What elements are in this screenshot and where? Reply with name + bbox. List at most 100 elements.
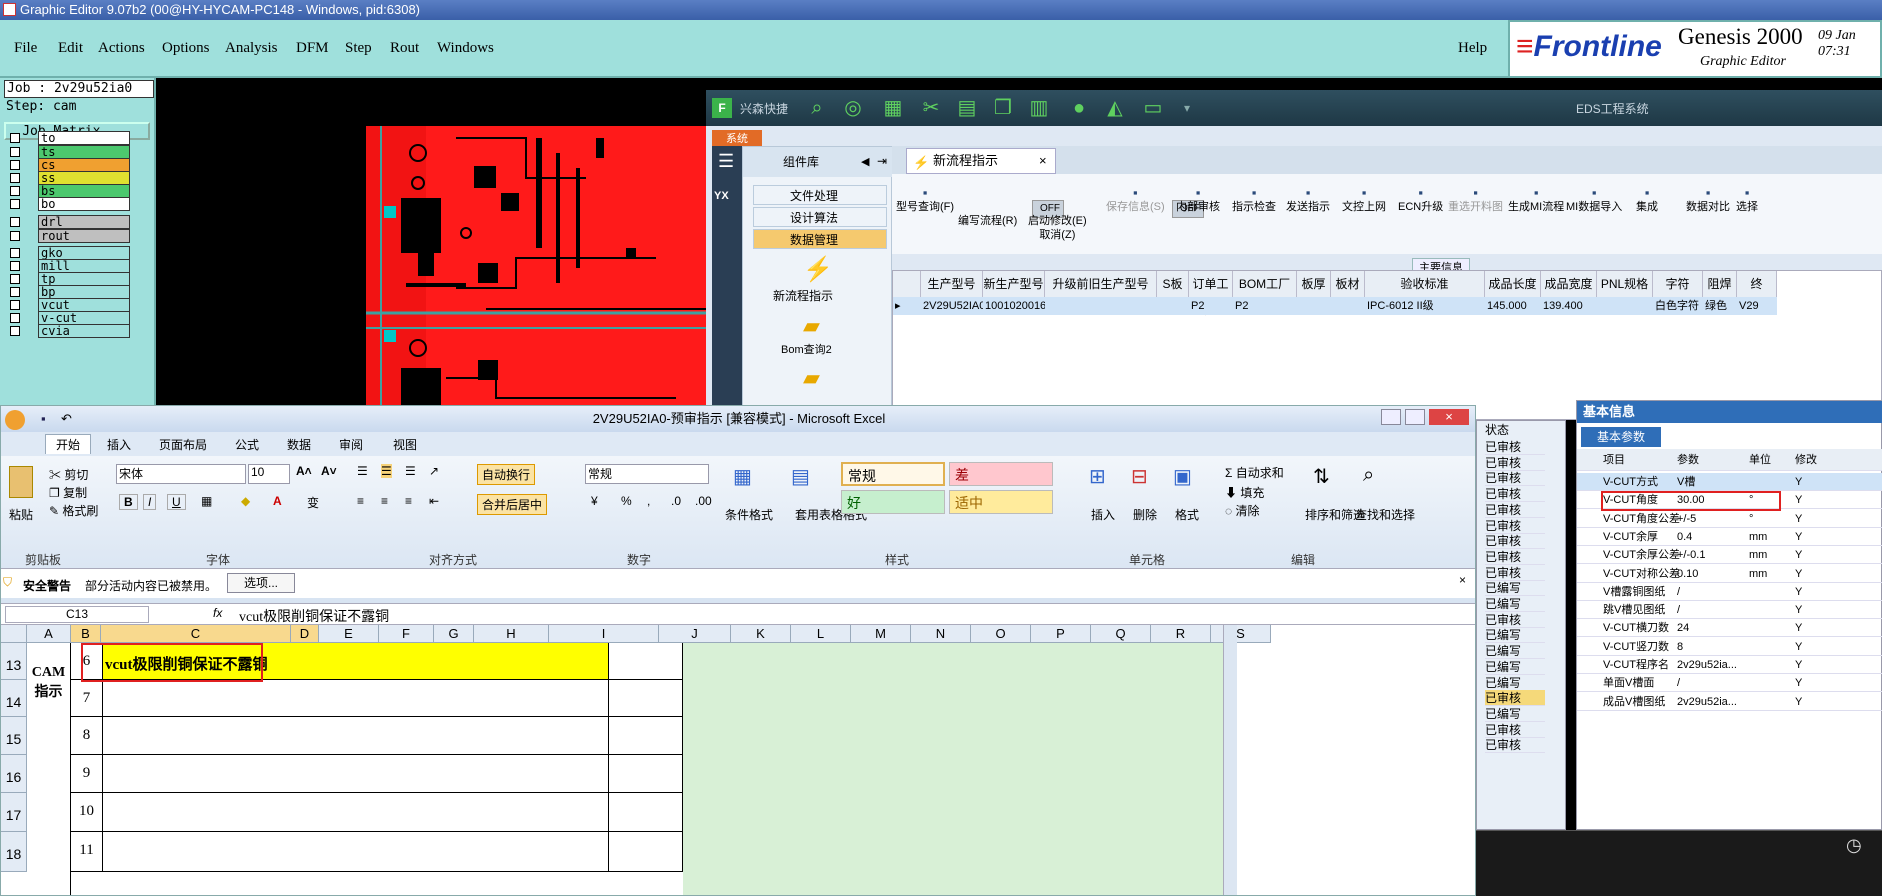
basic-param-cell[interactable]: Y (1795, 619, 1802, 637)
undo-icon[interactable]: ↶ (61, 406, 72, 432)
status-item[interactable]: 已审核 (1485, 690, 1545, 707)
folder-icon[interactable]: ▰ (803, 313, 820, 339)
status-item[interactable]: 已审核 (1485, 439, 1545, 455)
shortcut-bom[interactable]: Bom查询2 (781, 341, 832, 357)
status-item[interactable]: 已编写 (1485, 596, 1545, 612)
format-icon[interactable]: ▣ (1173, 464, 1192, 489)
basic-param-cell[interactable]: V-CUT对称公差 (1603, 565, 1680, 583)
grid-header[interactable]: 验收标准 (1365, 271, 1485, 297)
number-cell[interactable]: 9 (71, 755, 103, 793)
grid-cell[interactable] (1597, 297, 1653, 315)
close-icon[interactable]: × (1459, 573, 1466, 587)
layer-checkbox[interactable] (10, 217, 20, 227)
fill-color-icon[interactable]: ◆ (241, 494, 250, 508)
align-right-icon[interactable]: ≡ (405, 494, 412, 508)
basic-param-row[interactable]: V-CUT角度公差 +/-5 ° Y (1577, 510, 1882, 528)
basic-param-cell[interactable]: Y (1795, 546, 1802, 564)
basic-col-header[interactable]: 项目 (1603, 449, 1663, 471)
component-algo[interactable]: 设计算法 (753, 207, 887, 227)
status-item[interactable]: 已审核 (1485, 612, 1545, 628)
grid-cell[interactable]: 绿色 (1703, 297, 1737, 315)
column-header-N[interactable]: N (911, 625, 971, 643)
restore-button[interactable] (1405, 409, 1425, 425)
send-button[interactable]: ▪ 发送指示 (1286, 186, 1330, 214)
note-cell[interactable] (103, 717, 609, 755)
layer-row-rout[interactable]: rout (8, 229, 130, 243)
layer-checkbox[interactable] (10, 261, 20, 271)
format-painter-button[interactable]: ✎ 格式刷 (49, 502, 98, 519)
close-button[interactable]: × (1429, 409, 1469, 425)
menu-windows[interactable]: Windows (437, 40, 494, 57)
system-button[interactable]: 系统 (712, 130, 762, 146)
layer-row-mill[interactable]: mill (8, 259, 130, 273)
tab-new-flow[interactable]: ⚡ 新流程指示 × (906, 148, 1056, 174)
shortcut-new-flow[interactable]: 新流程指示 (773, 287, 833, 304)
status-item[interactable]: 已审核 (1485, 518, 1545, 534)
status-item[interactable]: 已审核 (1485, 455, 1545, 471)
style-neutral[interactable]: 适中 (949, 490, 1053, 514)
layer-checkbox[interactable] (10, 160, 20, 170)
status-item[interactable]: 已编写 (1485, 580, 1545, 597)
layer-checkbox[interactable] (10, 287, 20, 297)
sort-icon[interactable]: ⇅ (1313, 464, 1330, 489)
cell-j[interactable] (609, 680, 683, 717)
status-item[interactable]: 已编写 (1485, 643, 1545, 660)
table-icon[interactable]: ▥ (1028, 97, 1050, 119)
menu-help[interactable]: Help (1458, 40, 1487, 57)
layer-row-cs[interactable]: cs (8, 158, 130, 172)
number-cell[interactable]: 10 (71, 793, 103, 832)
column-header-B[interactable]: B (71, 625, 101, 643)
pcb-canvas[interactable] (156, 78, 706, 408)
column-header-R[interactable]: R (1151, 625, 1211, 643)
table-format-icon[interactable]: ▤ (791, 464, 810, 489)
row-header-15[interactable]: 15 (1, 717, 27, 755)
note-cell[interactable] (103, 793, 609, 832)
status-item[interactable]: 已编写 (1485, 659, 1545, 675)
row-header-18[interactable]: 18 (1, 832, 27, 872)
grid-cell[interactable]: 2V29U52IA0 (921, 297, 985, 315)
menu-file[interactable]: File (14, 40, 37, 57)
autosum-button[interactable]: Σ 自动求和 (1225, 464, 1284, 481)
column-header-Q[interactable]: Q (1091, 625, 1151, 643)
delete-icon[interactable]: ⊟ (1131, 464, 1148, 489)
style-good[interactable]: 好 (841, 490, 945, 514)
find-select-button[interactable]: 查找和选择 (1355, 506, 1415, 523)
layer-checkbox[interactable] (10, 186, 20, 196)
column-header-K[interactable]: K (731, 625, 791, 643)
layer-row-bo[interactable]: bo (8, 197, 130, 211)
basic-param-cell[interactable]: Y (1795, 565, 1802, 583)
column-header-C[interactable]: C (101, 625, 291, 643)
style-normal[interactable]: 常规 (841, 462, 945, 486)
column-header-A[interactable]: A (27, 625, 71, 643)
indent-icon[interactable]: ⇤ (429, 494, 439, 508)
basic-param-cell[interactable]: Y (1795, 510, 1802, 528)
grid-cell[interactable]: P2 (1233, 297, 1297, 315)
format-button[interactable]: 格式 (1175, 506, 1199, 523)
copy-button[interactable]: ❐ 复制 (49, 484, 87, 501)
layer-checkbox[interactable] (10, 133, 20, 143)
image-button[interactable]: ▪ 重选开料图 (1448, 186, 1503, 214)
basic-param-cell[interactable]: ° (1749, 510, 1753, 528)
edit-flow-button[interactable]: 编写流程(R) OFF (958, 200, 1064, 228)
row-header-14[interactable]: 14 (1, 680, 27, 717)
shrink-font-icon[interactable]: A˅ (321, 464, 337, 478)
row-header-13[interactable]: 13 (1, 643, 27, 680)
tab-数据[interactable]: 数据 (287, 436, 311, 453)
underline-button[interactable]: U (167, 494, 186, 510)
menu-rout[interactable]: Rout (390, 40, 419, 57)
align-center-icon[interactable]: ≡ (381, 494, 388, 508)
more-icon[interactable]: ▾ (1176, 97, 1198, 119)
fx-icon[interactable]: fx (213, 606, 222, 620)
menu-edit[interactable]: Edit (58, 40, 83, 57)
grid-cell[interactable] (1297, 297, 1331, 315)
grid-header[interactable]: 成品宽度 (1541, 271, 1597, 297)
grid-header[interactable]: 字符 (1653, 271, 1703, 297)
grid-cell[interactable]: IPC-6012 II级 (1365, 297, 1485, 315)
grid-header[interactable]: 升级前旧生产型号 (1045, 271, 1157, 297)
menu-options[interactable]: Options (162, 40, 210, 57)
column-header-D[interactable]: D (291, 625, 319, 643)
tab-审阅[interactable]: 审阅 (339, 436, 363, 453)
basic-param-cell[interactable]: 8 (1677, 638, 1683, 656)
chart-icon[interactable]: ◭ (1104, 97, 1126, 119)
status-item[interactable]: 已审核 (1485, 470, 1545, 487)
